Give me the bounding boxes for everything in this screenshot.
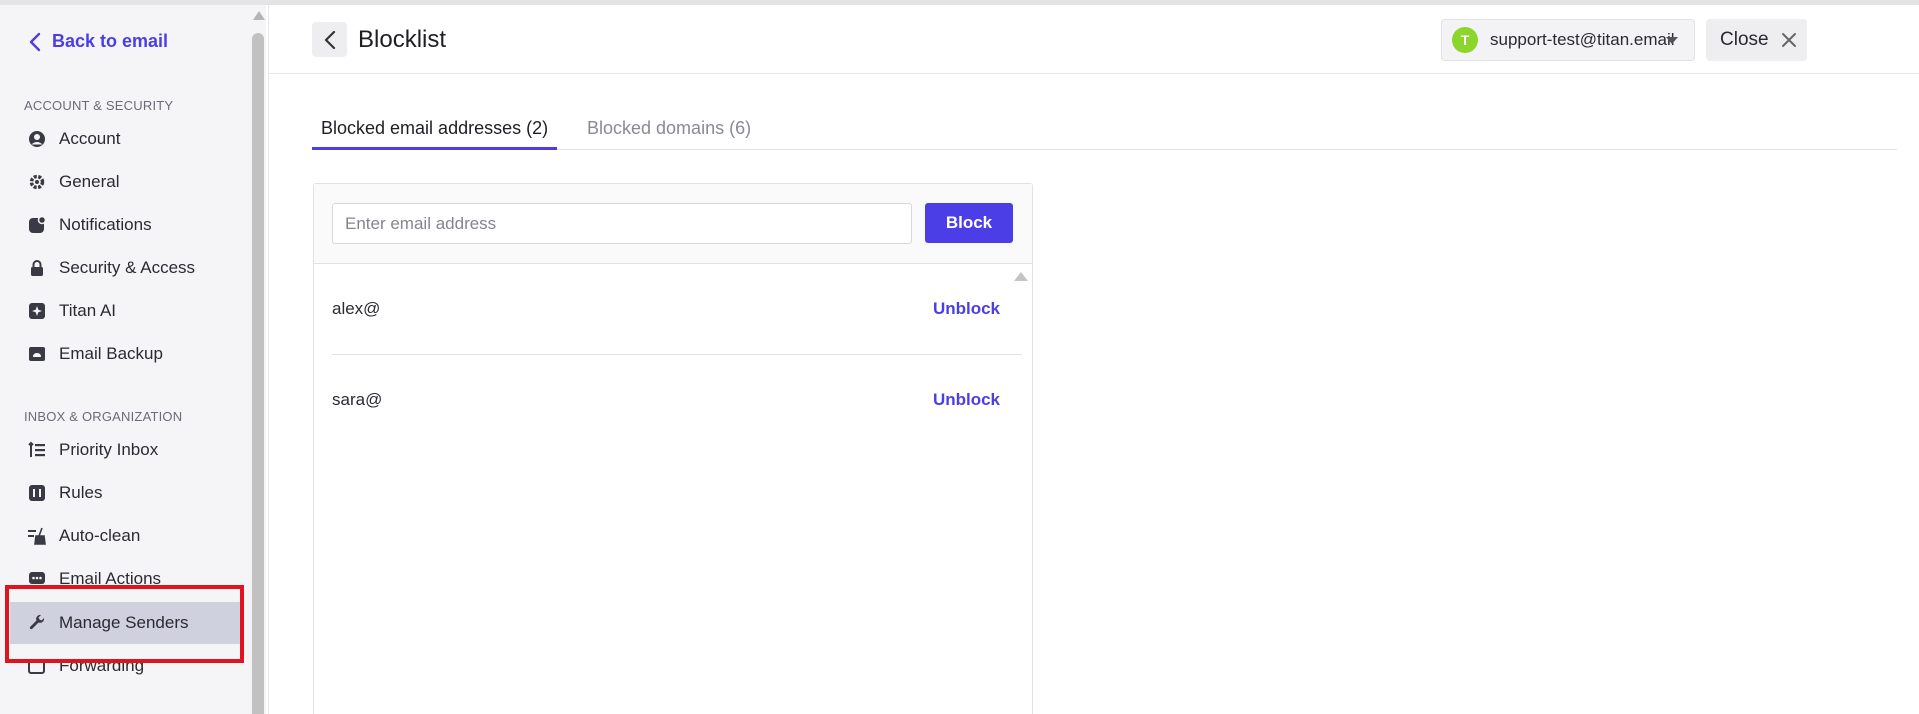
backup-icon — [28, 345, 46, 363]
list-item: sara@ Unblock — [332, 355, 1012, 445]
sidebar-item-titan-ai[interactable]: Titan AI — [0, 290, 243, 332]
chevron-left-icon — [29, 32, 41, 51]
sidebar-item-label: Manage Senders — [59, 613, 189, 632]
sidebar-item-label: Auto-clean — [59, 526, 141, 545]
account-selector[interactable]: T support-test@titan.email — [1441, 19, 1695, 61]
sidebar-item-label: Account — [59, 129, 121, 148]
sidebar-item-label: General — [59, 172, 120, 191]
blocklist-panel: Block alex@ Unblock sara@ Unblock — [313, 183, 1033, 714]
sidebar-item-email-actions[interactable]: Email Actions — [0, 558, 243, 600]
close-button[interactable]: Close — [1706, 19, 1807, 61]
blocked-email: alex@ — [332, 299, 381, 318]
sidebar-item-label: Email Backup — [59, 344, 163, 363]
account-email: support-test@titan.email — [1490, 30, 1675, 49]
priority-icon — [28, 441, 46, 459]
sidebar-item-label: Titan AI — [59, 301, 117, 320]
list-item: alex@ Unblock — [332, 264, 1012, 354]
lock-icon — [28, 259, 46, 277]
sidebar-item-label: Email Actions — [59, 569, 162, 588]
sidebar-item-priority-inbox[interactable]: Priority Inbox — [0, 429, 243, 471]
block-button[interactable]: Block — [925, 203, 1013, 243]
sidebar-item-account[interactable]: Account — [0, 118, 243, 160]
broom-icon — [28, 527, 46, 545]
section-label-inbox-organization: INBOX & ORGANIZATION — [24, 409, 183, 424]
sidebar-item-security[interactable]: Security & Access — [0, 247, 243, 289]
sidebar-scrollbar[interactable] — [250, 5, 266, 714]
close-label: Close — [1720, 29, 1769, 50]
avatar: T — [1452, 27, 1478, 53]
gear-icon — [28, 173, 46, 191]
page-header: Blocklist T support-test@titan.email Clo… — [269, 5, 1919, 74]
user-circle-icon — [28, 130, 46, 148]
blocked-email: sara@ — [332, 390, 383, 409]
sidebar-item-auto-clean[interactable]: Auto-clean — [0, 515, 243, 557]
back-to-email-label: Back to email — [52, 31, 169, 51]
sidebar-item-label: Priority Inbox — [59, 440, 159, 459]
chevron-left-icon — [324, 30, 335, 49]
chat-icon — [28, 570, 46, 588]
sidebar-item-email-backup[interactable]: Email Backup — [0, 333, 243, 375]
tab-blocked-email-addresses[interactable]: Blocked email addresses (2) — [312, 110, 558, 150]
sidebar-item-manage-senders[interactable]: Manage Senders — [10, 602, 242, 644]
notification-icon — [28, 216, 46, 234]
list-scroll-up-arrow-icon[interactable] — [1014, 272, 1028, 281]
sidebar: Back to email ACCOUNT & SECURITY Account… — [0, 5, 250, 714]
forward-icon — [28, 657, 46, 675]
block-form: Block — [314, 184, 1032, 264]
sidebar-item-notifications[interactable]: Notifications — [0, 204, 243, 246]
scroll-up-arrow-icon[interactable] — [253, 11, 265, 20]
sidebar-item-rules[interactable]: Rules — [0, 472, 243, 514]
sidebar-item-label: Security & Access — [59, 258, 196, 277]
sidebar-item-label: Forwarding — [59, 656, 145, 675]
sidebar-item-general[interactable]: General — [0, 161, 243, 203]
unblock-button[interactable]: Unblock — [933, 390, 1000, 410]
close-icon — [1781, 33, 1796, 47]
sidebar-item-label: Rules — [59, 483, 103, 502]
settings-app: Back to email ACCOUNT & SECURITY Account… — [0, 0, 1919, 714]
sparkle-icon — [28, 302, 46, 320]
wrench-icon — [28, 614, 46, 632]
sidebar-item-label: Notifications — [59, 215, 152, 234]
unblock-button[interactable]: Unblock — [933, 299, 1000, 319]
scroll-thumb[interactable] — [252, 33, 264, 714]
sidebar-divider — [268, 5, 269, 714]
rules-icon — [28, 484, 46, 502]
email-address-input[interactable] — [332, 203, 912, 244]
back-to-email-link[interactable]: Back to email — [28, 31, 168, 52]
blocklist-tabs: Blocked email addresses (2) Blocked doma… — [312, 110, 1897, 150]
section-label-account-security: ACCOUNT & SECURITY — [24, 98, 174, 113]
header-back-button[interactable] — [312, 22, 347, 57]
tab-blocked-domains[interactable]: Blocked domains (6) — [578, 110, 760, 150]
sidebar-item-forwarding[interactable]: Forwarding — [0, 645, 243, 687]
page-title: Blocklist — [358, 26, 447, 53]
caret-down-icon — [1666, 37, 1678, 44]
